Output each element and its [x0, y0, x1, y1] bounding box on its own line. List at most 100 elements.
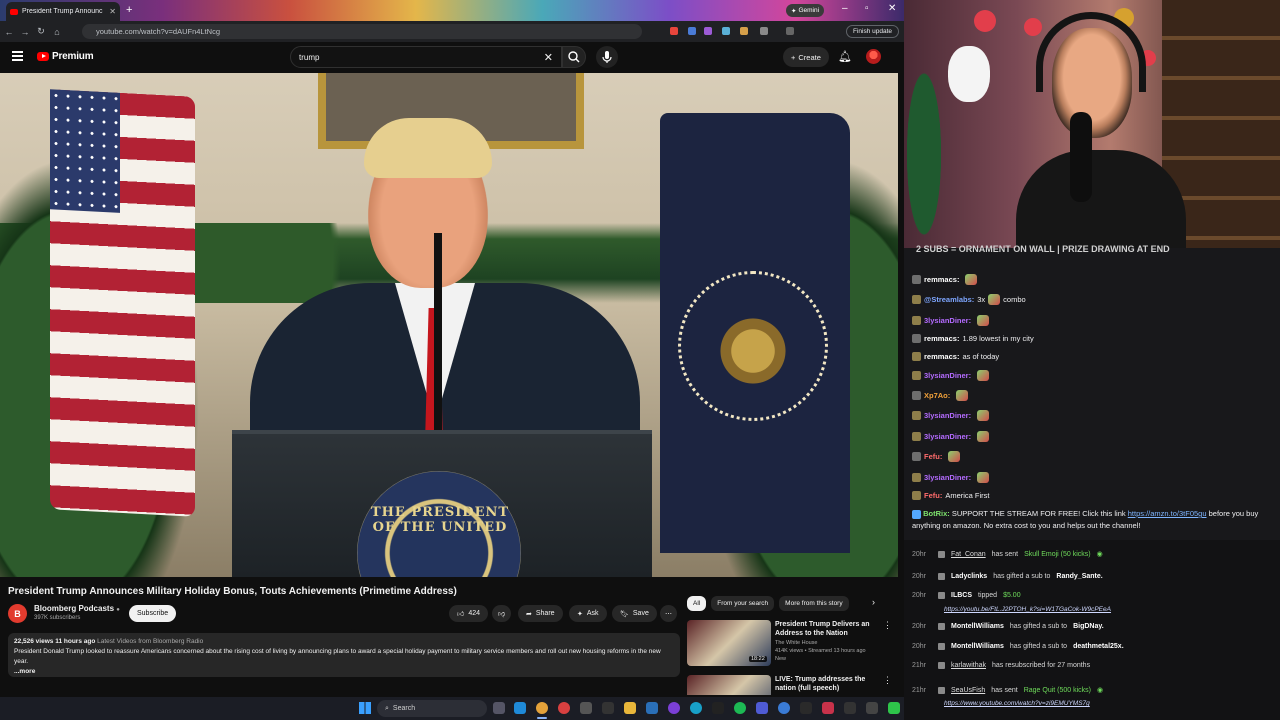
recommendation-thumbnail[interactable]: [687, 675, 771, 695]
tab-close-icon[interactable]: ✕: [109, 7, 116, 16]
chat-username[interactable]: 3lysianDiner:: [924, 316, 971, 325]
forward-icon[interactable]: →: [18, 27, 32, 37]
app-icon[interactable]: [866, 702, 878, 714]
app-icon[interactable]: [602, 702, 614, 714]
maximize-icon[interactable]: ▫: [865, 3, 869, 14]
channel-avatar[interactable]: B: [8, 604, 27, 623]
app-icon[interactable]: [844, 702, 856, 714]
chat-username[interactable]: 3lysianDiner:: [924, 371, 971, 380]
app-icon[interactable]: [822, 702, 834, 714]
more-vertical-icon[interactable]: ⋮: [883, 675, 892, 686]
app-icon[interactable]: [580, 702, 592, 714]
gemini-button[interactable]: ✦ Gemini: [786, 4, 825, 17]
recommendation-title[interactable]: President Trump Delivers an Address to t…: [775, 620, 879, 638]
dislike-button[interactable]: 👎︎: [492, 605, 512, 622]
app-icon[interactable]: [778, 702, 790, 714]
clear-search-icon[interactable]: ✕: [544, 51, 553, 64]
extension-icon[interactable]: [740, 27, 748, 35]
recommendation-title[interactable]: LIVE: Trump addresses the nation (full s…: [775, 675, 879, 693]
chip-next-icon[interactable]: ›: [872, 597, 875, 607]
new-tab-icon[interactable]: +: [126, 4, 132, 16]
menu-icon[interactable]: [12, 51, 23, 61]
app-icon[interactable]: [888, 702, 900, 714]
event-link[interactable]: https://www.youtube.com/watch?v=zi9EMUYM…: [944, 700, 1090, 707]
chat-username[interactable]: @Streamlabs:: [924, 295, 974, 304]
recommendation-item[interactable]: 18:22 President Trump Delivers an Addres…: [687, 620, 892, 670]
subscribe-button[interactable]: Subscribe: [129, 605, 177, 622]
voice-search-button[interactable]: [596, 46, 618, 68]
save-button[interactable]: 🔖︎ Save: [612, 605, 657, 622]
channel-name[interactable]: Bloomberg Podcasts ●: [34, 604, 120, 613]
chat-username[interactable]: remmacs:: [924, 352, 959, 361]
taskbar-search[interactable]: ⌕ Search: [377, 700, 487, 717]
share-button[interactable]: ➦ Share: [518, 605, 563, 622]
chat-username[interactable]: remmacs:: [924, 334, 959, 343]
chat-username[interactable]: 3lysianDiner:: [924, 411, 971, 420]
event-user[interactable]: Ladyclinks: [951, 573, 987, 580]
chat-username[interactable]: Fefu:: [924, 452, 942, 461]
chrome-icon[interactable]: [536, 702, 548, 714]
file-explorer-icon[interactable]: [624, 702, 636, 714]
start-windows-icon[interactable]: [359, 702, 371, 714]
browser-tab[interactable]: President Trump Announc ✕: [6, 2, 120, 21]
event-link[interactable]: https://youtu.be/FtL.J2PTOH_k?si=W1TGaCo…: [944, 606, 1111, 613]
profile-icon[interactable]: [786, 27, 794, 35]
account-avatar[interactable]: [866, 49, 881, 64]
app-icon[interactable]: [712, 702, 724, 714]
youtube-logo[interactable]: Premium: [37, 51, 94, 62]
search-button[interactable]: [562, 46, 586, 68]
video-player[interactable]: THE PRESIDENT OF THE UNITED: [0, 73, 898, 577]
like-button[interactable]: 👍︎ 424: [449, 605, 489, 622]
search-input[interactable]: trump ✕: [290, 46, 562, 68]
app-icon[interactable]: [756, 702, 768, 714]
recommendation-item[interactable]: LIVE: Trump addresses the nation (full s…: [687, 675, 892, 695]
chat-username[interactable]: BotRix:: [923, 509, 950, 518]
extension-icon[interactable]: [722, 27, 730, 35]
notifications-bell-icon[interactable]: 🔔︎: [838, 50, 852, 63]
chat-emote-icon: [956, 390, 969, 401]
event-user[interactable]: Fat_Conan: [951, 551, 986, 558]
task-view-icon[interactable]: [493, 702, 505, 714]
extensions-puzzle-icon[interactable]: [760, 27, 768, 35]
resub-icon: [938, 662, 945, 669]
ask-button[interactable]: ✦ Ask: [569, 605, 607, 622]
event-user[interactable]: MontellWilliams: [951, 623, 1004, 630]
app-icon[interactable]: [646, 702, 658, 714]
chip-all[interactable]: All: [687, 596, 707, 611]
event-user[interactable]: MontellWilliams: [951, 643, 1004, 650]
webcam-overlay: [904, 0, 1280, 248]
chip-from-your-search[interactable]: From your search: [711, 596, 775, 611]
event-user[interactable]: karlawithak: [951, 662, 986, 669]
obs-icon[interactable]: [558, 702, 570, 714]
address-bar[interactable]: youtube.com/watch?v=dAUFn4LtNcg: [82, 24, 642, 39]
reload-icon[interactable]: ↻: [34, 26, 48, 37]
more-actions-button[interactable]: ⋯: [660, 605, 677, 622]
chat-username[interactable]: 3lysianDiner:: [924, 432, 971, 441]
app-icon[interactable]: [668, 702, 680, 714]
close-window-icon[interactable]: ✕: [888, 3, 896, 14]
event-user[interactable]: SeaUsFish: [951, 687, 985, 694]
chat-link[interactable]: https://amzn.to/3tF05gu: [1128, 509, 1207, 518]
spotify-icon[interactable]: [734, 702, 746, 714]
home-icon[interactable]: ⌂: [50, 27, 64, 37]
event-user[interactable]: ILBCS: [951, 592, 972, 599]
more-vertical-icon[interactable]: ⋮: [883, 620, 892, 631]
show-more-link[interactable]: ...more: [14, 667, 674, 677]
description-box[interactable]: 22,526 views 11 hours ago Latest Videos …: [8, 633, 680, 677]
extension-icon[interactable]: [704, 27, 712, 35]
create-button[interactable]: + Create: [783, 47, 829, 67]
chip-more-from-this-story[interactable]: More from this story: [779, 596, 849, 611]
chat-username[interactable]: Xp7Ao:: [924, 391, 950, 400]
chat-username[interactable]: 3lysianDiner:: [924, 473, 971, 482]
minimize-icon[interactable]: –: [842, 3, 848, 14]
chat-username[interactable]: Fefu:: [924, 491, 942, 500]
chat-badge-icon: [912, 295, 921, 304]
chat-username[interactable]: remmacs:: [924, 275, 959, 284]
extension-icon[interactable]: [688, 27, 696, 35]
finish-update-button[interactable]: Finish update: [846, 25, 900, 38]
edge-icon[interactable]: [514, 702, 526, 714]
extension-icon[interactable]: [670, 27, 678, 35]
app-icon[interactable]: [800, 702, 812, 714]
back-icon[interactable]: ←: [2, 27, 16, 37]
app-icon[interactable]: [690, 702, 702, 714]
